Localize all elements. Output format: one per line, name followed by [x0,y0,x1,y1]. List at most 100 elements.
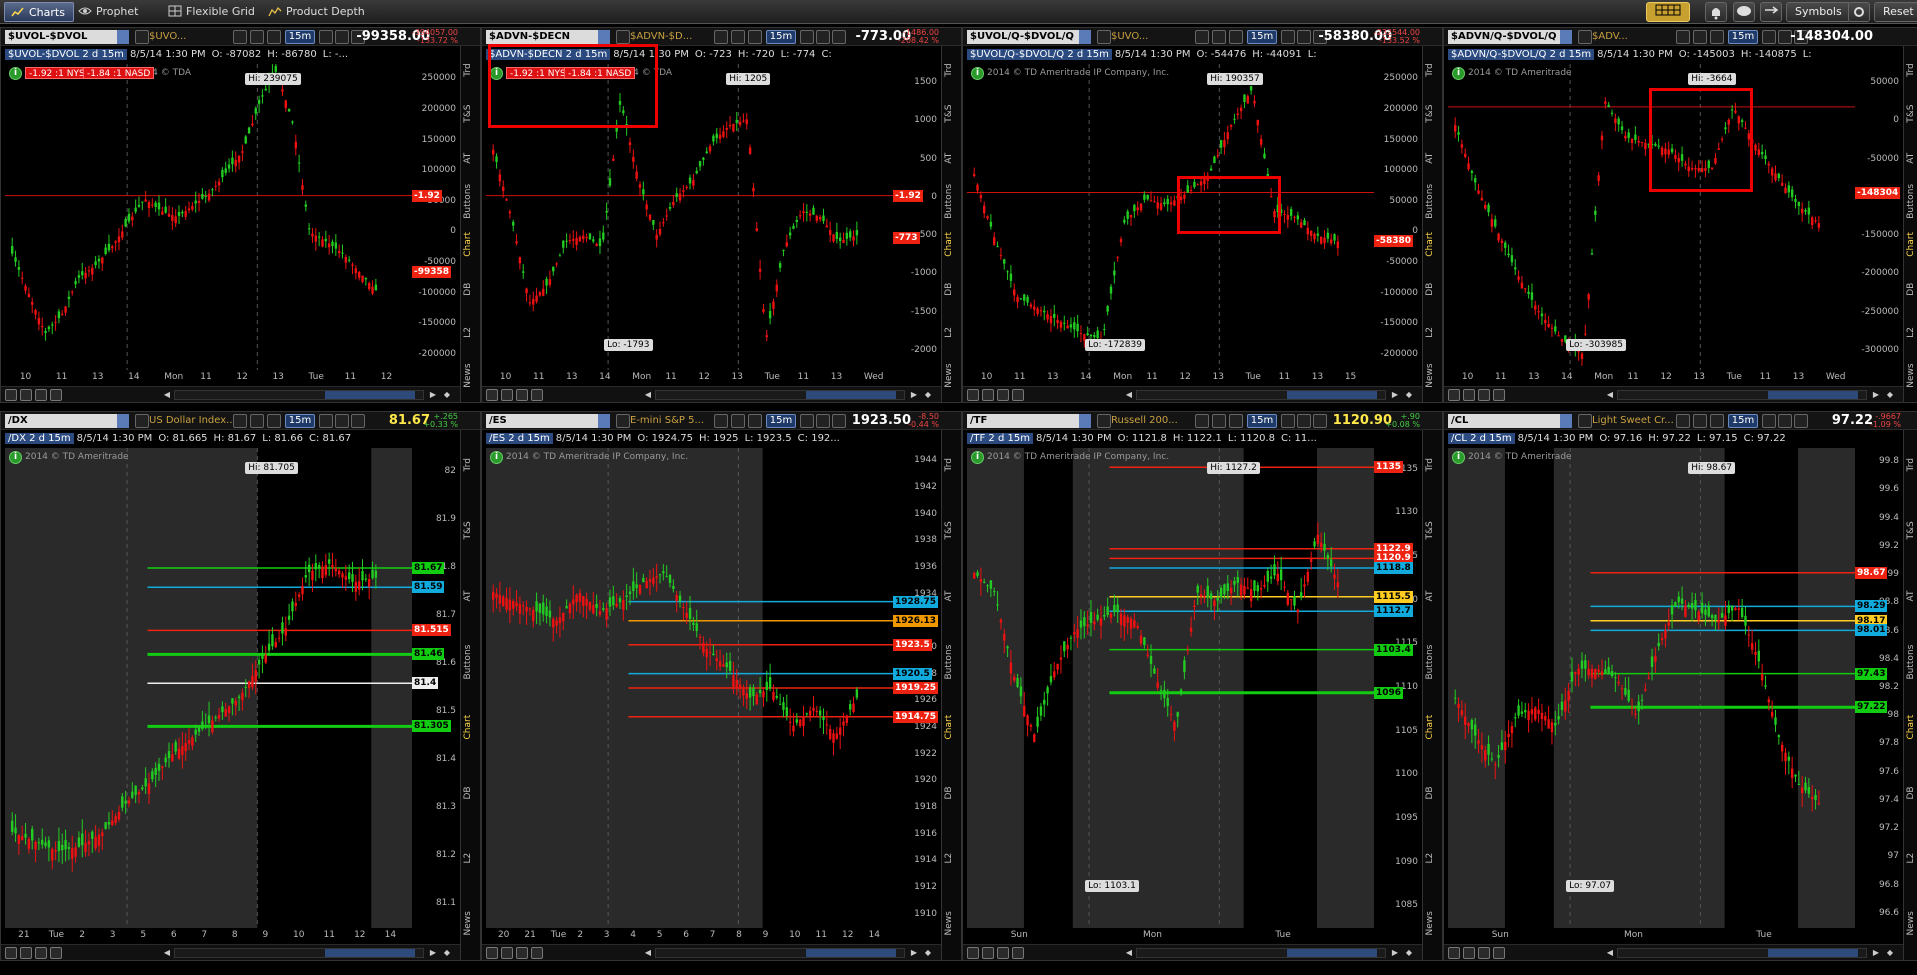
side-tab-db[interactable]: DB [463,269,479,309]
scroll-right-icon[interactable]: ▶ [909,390,919,400]
studies-icon[interactable] [250,414,264,428]
price-chart[interactable] [1448,448,1855,928]
symbol-link-icon[interactable] [1097,30,1111,44]
scrollbar-thumb[interactable] [1287,391,1377,399]
drawing-tool-icon[interactable] [1762,30,1776,44]
zoom-in-icon[interactable] [1463,947,1475,959]
side-tab-db[interactable]: DB [1425,762,1441,824]
expand-icon[interactable]: ◆ [1885,390,1895,400]
side-tab-db[interactable]: DB [1425,269,1441,309]
side-tab-chart[interactable]: Chart [1906,696,1917,758]
timeframe-button[interactable]: 15m [285,414,315,428]
side-tab-news[interactable]: News [1425,893,1441,955]
pencil-icon[interactable] [816,30,830,44]
study-label[interactable]: /ES 2 d 15m [486,433,553,444]
side-tab-at[interactable]: AT [1906,565,1917,627]
side-tab-news[interactable]: News [1425,356,1441,396]
scroll-left-icon[interactable]: ◀ [643,390,653,400]
side-tab-chart[interactable]: Chart [1425,696,1441,758]
zoom-in-icon[interactable] [982,947,994,959]
symbol-input[interactable]: /TF [967,414,1091,428]
side-tab-ts[interactable]: T&S [944,94,960,134]
price-chart[interactable] [5,64,412,370]
time-scrollbar[interactable] [1136,948,1386,958]
settings-button[interactable] [1848,2,1870,22]
drawing-tool-icon[interactable] [1762,414,1776,428]
pencil-icon[interactable] [335,414,349,428]
studies-icon[interactable] [250,30,264,44]
side-tab-ts[interactable]: T&S [1425,500,1441,562]
study-label[interactable]: /TF 2 d 15m [967,433,1033,444]
side-tab-l2[interactable]: L2 [463,827,479,889]
study-label[interactable]: $ADVN/Q-$DVOL/Q 2 d 15m [1448,49,1595,60]
scrollbar-thumb[interactable] [325,949,415,957]
crosshair-icon[interactable] [5,947,17,959]
side-tab-at[interactable]: AT [1425,565,1441,627]
side-tab-chart[interactable]: Chart [1425,225,1441,265]
side-tab-ts[interactable]: T&S [944,500,960,562]
time-scrollbar[interactable] [655,948,905,958]
studies-icon[interactable] [1212,414,1226,428]
timeframe-button[interactable]: 15m [1247,30,1277,44]
side-tab-at[interactable]: AT [944,565,960,627]
crosshair-icon[interactable] [967,947,979,959]
dollar-icon[interactable] [1493,389,1505,401]
info-icon[interactable]: i [1452,67,1465,80]
side-tab-news[interactable]: News [1906,893,1917,955]
chart-style-icon[interactable] [714,414,728,428]
side-tab-l2[interactable]: L2 [1425,827,1441,889]
pencil-icon[interactable] [1297,414,1311,428]
side-tab-buttons[interactable]: Buttons [1906,631,1917,693]
crosshair-icon[interactable] [967,389,979,401]
symbol-input[interactable]: /ES [486,414,610,428]
side-tab-l2[interactable]: L2 [944,313,960,353]
scrollbar-thumb[interactable] [806,949,896,957]
chart-style-icon[interactable] [1676,30,1690,44]
price-chart[interactable] [967,448,1374,928]
side-tab-trd[interactable]: Trd [1425,434,1441,496]
side-tab-at[interactable]: AT [463,565,479,627]
zoom-out-icon[interactable] [516,947,528,959]
symbol-link-icon[interactable] [1578,414,1592,428]
tab-prophet[interactable]: Prophet [72,2,147,22]
scroll-right-icon[interactable]: ▶ [1871,390,1881,400]
chart-style-icon[interactable] [1195,414,1209,428]
dollar-icon[interactable] [1493,947,1505,959]
scroll-left-icon[interactable]: ◀ [1605,948,1615,958]
symbol-link-icon[interactable] [135,414,149,428]
dollar-icon[interactable] [531,947,543,959]
time-scrollbar[interactable] [1617,390,1867,400]
side-tab-l2[interactable]: L2 [463,313,479,353]
drawing-tool-icon[interactable] [319,30,333,44]
time-scrollbar[interactable] [1136,390,1386,400]
symbols-button[interactable]: Symbols [1786,2,1851,22]
scroll-right-icon[interactable]: ▶ [1390,948,1400,958]
side-tab-l2[interactable]: L2 [1906,313,1917,353]
symbol-input[interactable]: $UVOL-$DVOL [5,30,129,44]
study-label[interactable]: /CL 2 d 15m [1448,433,1515,444]
zoom-in-icon[interactable] [20,947,32,959]
symbol-link-icon[interactable] [1097,414,1111,428]
timeframe-button[interactable]: 15m [1247,414,1277,428]
pin-icon[interactable] [351,414,365,428]
price-chart[interactable] [967,64,1374,370]
zoom-in-icon[interactable] [982,389,994,401]
zoom-out-icon[interactable] [997,389,1009,401]
price-axis[interactable]: 250000 200000 150000 100000 50000 0 -50000 -100… [1374,64,1422,370]
side-tab-buttons[interactable]: Buttons [463,181,479,221]
expand-icon[interactable]: ◆ [923,390,933,400]
scroll-left-icon[interactable]: ◀ [162,948,172,958]
info-icon[interactable]: i [1452,451,1465,464]
price-axis[interactable]: 1500 1000 500 0 -500 -1000 -1500 -2000 [893,64,941,370]
chart-style-icon[interactable] [1676,414,1690,428]
side-tab-db[interactable]: DB [1906,269,1917,309]
price-axis[interactable]: 99.8 99.6 99.4 99.2 99 98.8 98.6 98.4 98.2 98 97.8… [1855,448,1903,928]
settings-icon[interactable] [1229,414,1243,428]
side-tab-l2[interactable]: L2 [1906,827,1917,889]
studies-icon[interactable] [731,414,745,428]
scrollbar-thumb[interactable] [1768,391,1858,399]
zoom-out-icon[interactable] [516,389,528,401]
symbol-link-icon[interactable] [1578,30,1592,44]
symbol-input[interactable]: $ADVN-$DECN [486,30,610,44]
drawing-tool-icon[interactable] [319,414,333,428]
